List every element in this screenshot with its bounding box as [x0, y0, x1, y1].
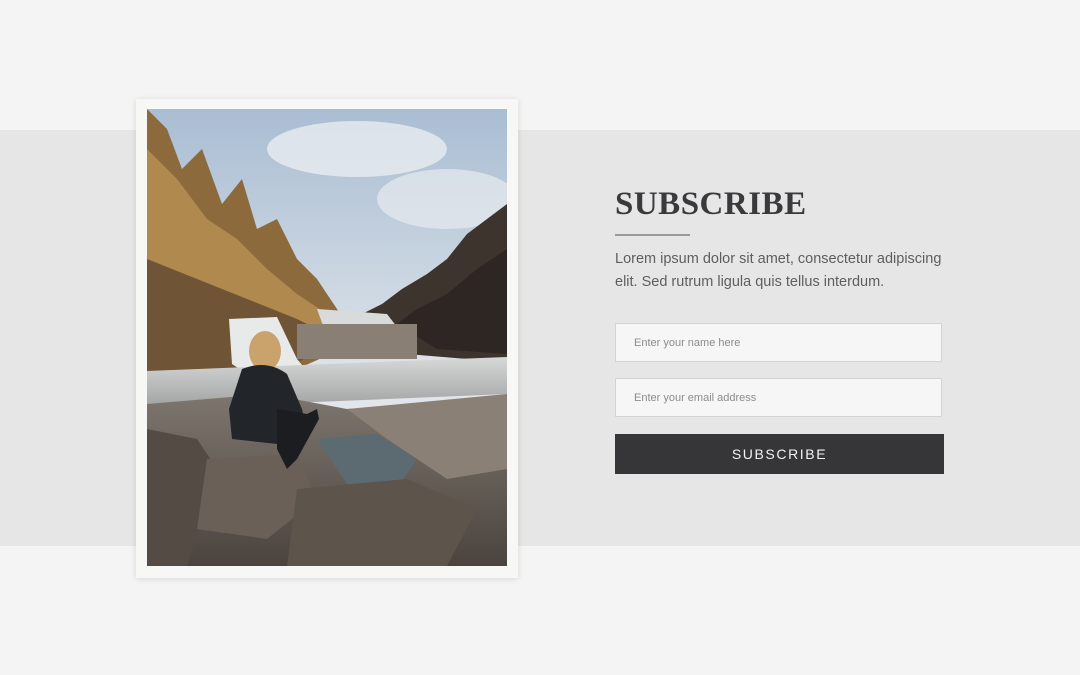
subscribe-title: SUBSCRIBE [615, 186, 807, 222]
name-input[interactable] [615, 323, 942, 362]
waterfall-photo [147, 109, 507, 566]
subscribe-description: Lorem ipsum dolor sit amet, consectetur … [615, 251, 942, 290]
email-input[interactable] [615, 378, 942, 417]
photo-frame [136, 99, 518, 578]
subscribe-panel: SUBSCRIBE Lorem ipsum dolor sit amet, co… [615, 180, 955, 474]
title-divider [615, 234, 690, 236]
subscribe-button[interactable]: SUBSCRIBE [615, 434, 944, 474]
waterfall-photo-illustration [147, 109, 507, 566]
